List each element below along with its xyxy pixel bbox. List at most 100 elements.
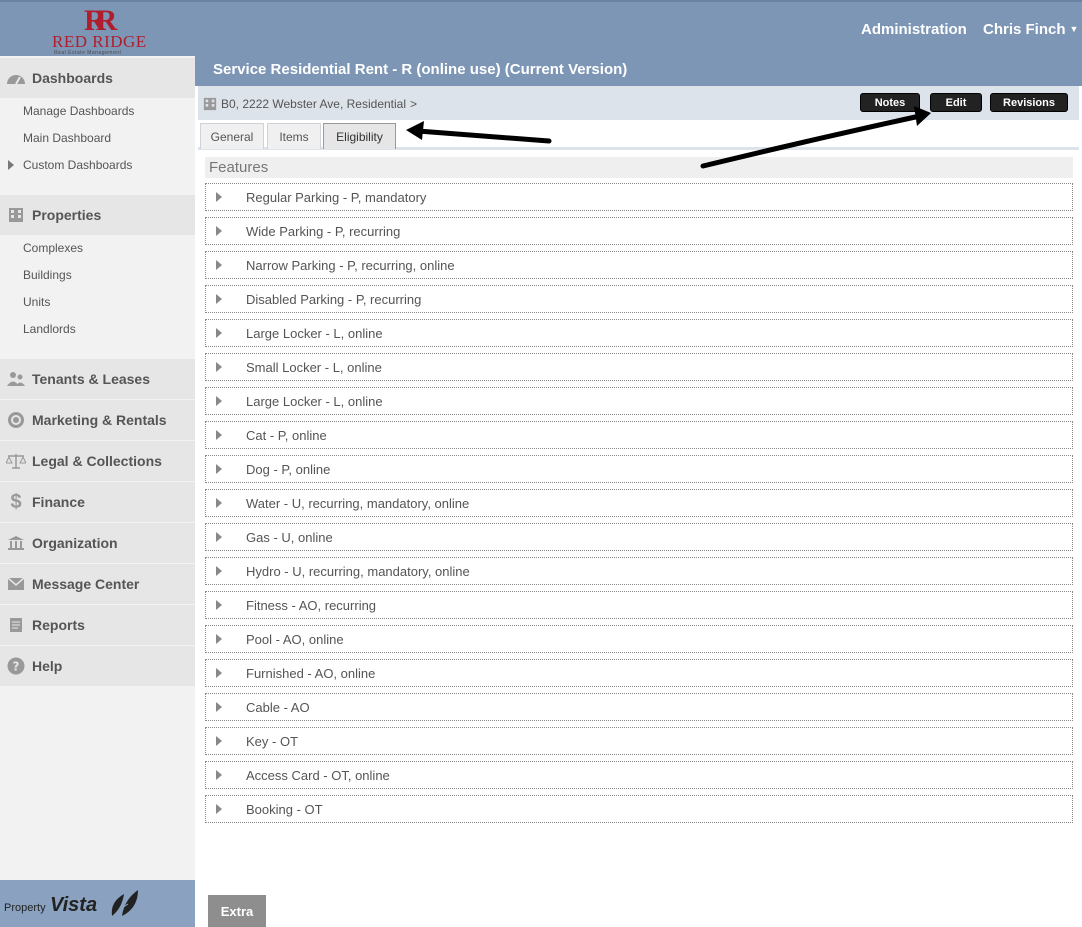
sidebar-section-properties[interactable]: Properties (0, 195, 195, 235)
expand-triangle-icon[interactable] (216, 294, 222, 304)
dashboard-icon (5, 69, 27, 87)
breadcrumb[interactable]: B0, 2222 Webster Ave, Residential > (203, 97, 417, 111)
sidebar-section-tenants-leases[interactable]: Tenants & Leases (0, 359, 195, 399)
dollar-icon: $ (10, 490, 22, 513)
feature-label: Small Locker - L, online (246, 360, 382, 375)
administration-link[interactable]: Administration (861, 21, 967, 38)
sidebar-item-units[interactable]: Units (23, 295, 50, 309)
feature-label: Large Locker - L, online (246, 394, 383, 409)
sidebar-section-label: Dashboards (32, 70, 113, 86)
feature-row[interactable]: Water - U, recurring, mandatory, online (205, 489, 1073, 517)
expand-triangle-icon[interactable] (216, 532, 222, 542)
feature-row[interactable]: Large Locker - L, online (205, 387, 1073, 415)
people-icon (5, 370, 27, 388)
feature-row[interactable]: Access Card - OT, online (205, 761, 1073, 789)
logo-text: RED RIDGE (52, 32, 147, 51)
feature-label: Key - OT (246, 734, 299, 749)
report-icon (5, 616, 27, 634)
user-menu[interactable]: Chris Finch ▼ (983, 21, 1078, 38)
sidebar-section-label: Message Center (32, 576, 140, 592)
sidebar-section-legal-collections[interactable]: Legal & Collections (0, 441, 195, 481)
feature-label: Cable - AO (246, 700, 310, 715)
sidebar-section-label: Marketing & Rentals (32, 412, 167, 428)
leaf-icon (108, 888, 140, 923)
expand-triangle-icon[interactable] (216, 430, 222, 440)
expand-triangle-icon[interactable] (216, 362, 222, 372)
feature-row[interactable]: Key - OT (205, 727, 1073, 755)
feature-row[interactable]: Small Locker - L, online (205, 353, 1073, 381)
building-icon (203, 97, 217, 111)
expand-triangle-icon[interactable] (216, 192, 222, 202)
feature-row[interactable]: Cable - AO (205, 693, 1073, 721)
tab-items[interactable]: Items (267, 123, 321, 149)
expand-triangle-icon[interactable] (216, 396, 222, 406)
extra-button[interactable]: Extra (208, 895, 266, 927)
expand-triangle-icon[interactable] (216, 328, 222, 338)
sidebar-section-finance[interactable]: $ Finance (0, 482, 195, 522)
sidebar-item-manage-dashboards[interactable]: Manage Dashboards (23, 104, 134, 118)
expand-triangle-icon[interactable] (216, 736, 222, 746)
expand-triangle-icon[interactable] (216, 668, 222, 678)
expand-triangle-icon[interactable] (216, 464, 222, 474)
sidebar-section-help[interactable]: ? Help (0, 646, 195, 686)
feature-row[interactable]: Furnished - AO, online (205, 659, 1073, 687)
expand-triangle-icon[interactable] (216, 804, 222, 814)
sidebar-item-main-dashboard[interactable]: Main Dashboard (23, 131, 111, 145)
feature-row[interactable]: Narrow Parking - P, recurring, online (205, 251, 1073, 279)
envelope-icon (5, 575, 27, 593)
scales-icon (5, 452, 27, 470)
expand-triangle-icon[interactable] (216, 634, 222, 644)
feature-row[interactable]: Fitness - AO, recurring (205, 591, 1073, 619)
edit-button[interactable]: Edit (930, 93, 982, 112)
expand-triangle-icon[interactable] (216, 770, 222, 780)
page-title-bar: Service Residential Rent - R (online use… (195, 52, 1082, 86)
expand-triangle-icon[interactable] (216, 260, 222, 270)
red-ridge-logo[interactable]: RR RED RIDGE Real Estate Management (50, 4, 150, 56)
breadcrumb-separator: > (410, 97, 418, 111)
logo-vista-text: Vista (50, 894, 98, 916)
sidebar-item-complexes[interactable]: Complexes (23, 241, 83, 255)
feature-row[interactable]: Cat - P, online (205, 421, 1073, 449)
expand-triangle-icon[interactable] (216, 226, 222, 236)
feature-row[interactable]: Disabled Parking - P, recurring (205, 285, 1073, 313)
chevron-down-icon: ▼ (1069, 24, 1079, 34)
tab-general[interactable]: General (200, 123, 264, 149)
feature-row[interactable]: Wide Parking - P, recurring (205, 217, 1073, 245)
top-header: RR RED RIDGE Real Estate Management Admi… (0, 0, 1082, 56)
feature-row[interactable]: Gas - U, online (205, 523, 1073, 551)
eligibility-content: Features Regular Parking - P, mandatory W… (198, 150, 1079, 927)
sidebar-item-custom-dashboards[interactable]: Custom Dashboards (23, 158, 132, 172)
expand-triangle-icon[interactable] (216, 566, 222, 576)
sidebar-section-dashboards[interactable]: Dashboards (0, 58, 195, 98)
expand-triangle-icon[interactable] (216, 702, 222, 712)
expand-triangle-icon[interactable] (216, 600, 222, 610)
feature-label: Fitness - AO, recurring (246, 598, 377, 613)
features-header: Features (205, 157, 1073, 178)
expand-triangle-icon[interactable] (216, 498, 222, 508)
notes-button[interactable]: Notes (860, 93, 920, 112)
sidebar-section-label: Finance (32, 494, 85, 510)
building-icon (5, 206, 27, 224)
sidebar-section-marketing-rentals[interactable]: Marketing & Rentals (0, 400, 195, 440)
sidebar-item-buildings[interactable]: Buildings (23, 268, 72, 282)
feature-label: Cat - P, online (246, 428, 327, 443)
feature-label: Gas - U, online (246, 530, 333, 545)
feature-row[interactable]: Large Locker - L, online (205, 319, 1073, 347)
sidebar-section-reports[interactable]: Reports (0, 605, 195, 645)
revisions-button[interactable]: Revisions (990, 93, 1068, 112)
sidebar-section-message-center[interactable]: Message Center (0, 564, 195, 604)
user-name: Chris Finch (983, 21, 1066, 38)
sidebar-section-organization[interactable]: Organization (0, 523, 195, 563)
tab-eligibility[interactable]: Eligibility (323, 123, 396, 149)
feature-label: Narrow Parking - P, recurring, online (246, 258, 455, 273)
feature-label: Booking - OT (246, 802, 323, 817)
expand-triangle-icon[interactable] (8, 160, 14, 170)
feature-row[interactable]: Pool - AO, online (205, 625, 1073, 653)
feature-row[interactable]: Dog - P, online (205, 455, 1073, 483)
sidebar-item-landlords[interactable]: Landlords (23, 322, 76, 336)
feature-row[interactable]: Hydro - U, recurring, mandatory, online (205, 557, 1073, 585)
svg-text:?: ? (13, 660, 20, 674)
feature-row[interactable]: Booking - OT (205, 795, 1073, 823)
feature-row[interactable]: Regular Parking - P, mandatory (205, 183, 1073, 211)
feature-label: Pool - AO, online (246, 632, 344, 647)
